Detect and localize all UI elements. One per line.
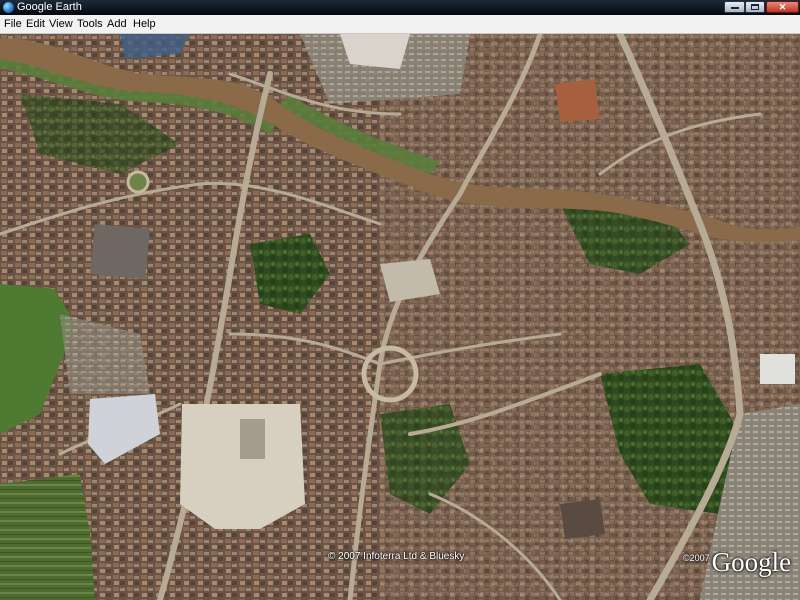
- maximize-button[interactable]: [745, 1, 765, 13]
- window-title: Google Earth: [17, 1, 82, 13]
- minimize-button[interactable]: [724, 1, 745, 13]
- satellite-imagery: [0, 34, 800, 600]
- close-icon: ✕: [778, 2, 787, 12]
- menu-add[interactable]: Add: [106, 17, 128, 31]
- menu-edit[interactable]: Edit: [25, 17, 46, 31]
- google-logo: ©2007Google: [683, 547, 791, 578]
- logo-copyright-year: ©2007: [683, 553, 710, 563]
- menu-file[interactable]: File: [3, 17, 23, 31]
- maximize-icon: [751, 4, 759, 10]
- google-wordmark: Google: [711, 547, 792, 577]
- map-viewport[interactable]: © 2007 Infoterra Ltd & Bluesky ©2007Goog…: [0, 34, 800, 600]
- google-earth-globe-icon: [3, 2, 14, 13]
- menu-tools[interactable]: Tools: [76, 17, 104, 31]
- imagery-copyright: © 2007 Infoterra Ltd & Bluesky: [328, 551, 465, 562]
- menu-help[interactable]: Help: [132, 17, 157, 31]
- title-bar: Google Earth ✕: [0, 0, 800, 15]
- menu-view[interactable]: View: [48, 17, 74, 31]
- close-button[interactable]: ✕: [766, 1, 799, 13]
- menu-bar: File Edit View Tools Add Help: [0, 15, 800, 34]
- minimize-icon: [731, 7, 739, 9]
